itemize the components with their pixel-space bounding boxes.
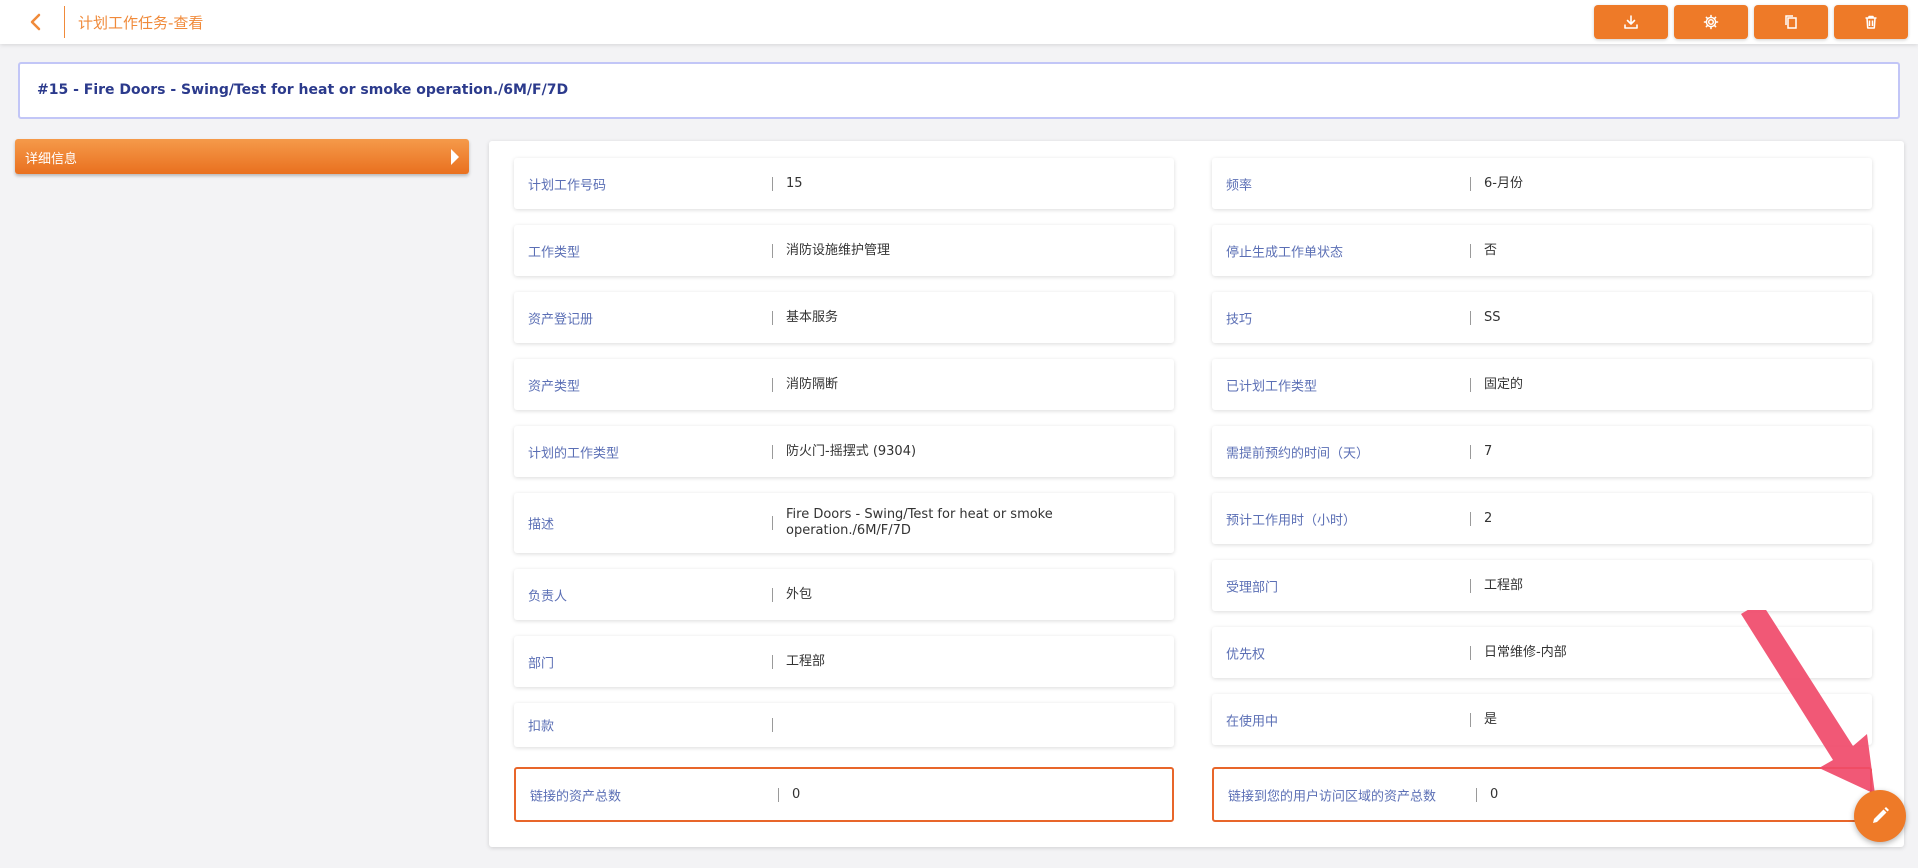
topbar-divider <box>64 6 65 38</box>
pencil-icon <box>1873 807 1889 823</box>
field-value: 2 <box>1484 510 1493 526</box>
field-separator <box>772 718 773 732</box>
field-plan-number: 计划工作号码 15 <box>514 158 1174 209</box>
field-separator <box>772 243 773 258</box>
field-separator <box>772 444 773 459</box>
field-department: 部门 工程部 <box>514 636 1174 687</box>
field-label: 优先权 <box>1226 647 1266 662</box>
field-advance-booking-days: 需提前预约的时间（天） 7 <box>1212 426 1872 477</box>
field-label: 工作类型 <box>528 245 581 260</box>
field-separator <box>772 176 773 191</box>
field-linked-assets-total: 链接的资产总数 0 <box>514 767 1174 822</box>
field-separator <box>1470 578 1471 593</box>
field-deduction: 扣款 <box>514 703 1174 747</box>
field-work-type: 工作类型 消防设施维护管理 <box>514 225 1174 276</box>
field-label: 计划的工作类型 <box>528 446 620 461</box>
field-separator <box>1470 176 1471 191</box>
field-separator <box>1470 377 1471 392</box>
field-label: 链接到您的用户访问区域的资产总数 <box>1228 789 1437 804</box>
field-label: 负责人 <box>528 589 568 604</box>
field-value: 否 <box>1484 242 1498 258</box>
download-icon <box>1624 15 1638 29</box>
field-separator <box>772 516 773 530</box>
field-label: 资产登记册 <box>528 312 594 327</box>
field-label: 计划工作号码 <box>528 178 607 193</box>
field-estimated-hours: 预计工作用时（小时） 2 <box>1212 493 1872 544</box>
field-label: 频率 <box>1226 178 1253 193</box>
field-separator <box>772 377 773 392</box>
field-receiving-department: 受理部门 工程部 <box>1212 560 1872 611</box>
field-value: 工程部 <box>786 653 826 669</box>
field-planned-work-type: 计划的工作类型 防火门-摇摆式 (9304) <box>514 426 1174 477</box>
field-separator <box>1470 243 1471 258</box>
tab-details-label: 详细信息 <box>25 152 78 167</box>
field-value: 6-月份 <box>1484 175 1523 191</box>
field-separator <box>772 310 773 325</box>
field-stop-generation: 停止生成工作单状态 否 <box>1212 225 1872 276</box>
chevron-left-icon <box>30 13 41 31</box>
field-separator <box>1470 444 1471 459</box>
field-label: 需提前预约的时间（天） <box>1226 446 1370 461</box>
field-label: 链接的资产总数 <box>530 789 622 804</box>
field-value: 消防设施维护管理 <box>786 242 891 258</box>
field-frequency: 频率 6-月份 <box>1212 158 1872 209</box>
field-separator <box>772 587 773 602</box>
field-separator <box>772 654 773 669</box>
field-value: 0 <box>792 786 801 802</box>
field-value: 消防隔断 <box>786 376 839 392</box>
field-value: 固定的 <box>1484 376 1524 392</box>
field-value: SS <box>1484 309 1501 325</box>
field-owner: 负责人 外包 <box>514 569 1174 620</box>
field-value: 防火门-摇摆式 (9304) <box>786 443 917 459</box>
field-label: 停止生成工作单状态 <box>1226 245 1344 260</box>
copy-button[interactable] <box>1754 5 1828 39</box>
field-value: 7 <box>1484 443 1493 459</box>
field-separator <box>1470 511 1471 526</box>
settings-button[interactable] <box>1674 5 1748 39</box>
field-skill: 技巧 SS <box>1212 292 1872 343</box>
record-title-box: #15 - Fire Doors - Swing/Test for heat o… <box>18 62 1900 119</box>
field-description: 描述 Fire Doors - Swing/Test for heat or s… <box>514 493 1174 553</box>
annotation-arrow <box>1741 610 1875 794</box>
field-label: 在使用中 <box>1226 714 1279 729</box>
edit-button[interactable] <box>1854 790 1906 842</box>
field-value: Fire Doors - Swing/Test for heat or smok… <box>786 507 1053 538</box>
details-panel: 计划工作号码 15 工作类型 消防设施维护管理 资产登记册 基本服务 资产类型 … <box>489 141 1904 847</box>
field-separator <box>778 787 779 802</box>
field-value: 15 <box>786 175 803 191</box>
tab-details[interactable]: 详细信息 <box>15 139 469 174</box>
field-label: 技巧 <box>1226 312 1253 327</box>
gear-icon <box>1703 14 1719 30</box>
top-bar: 计划工作任务-查看 <box>0 0 1918 44</box>
field-label: 预计工作用时（小时） <box>1226 513 1357 528</box>
field-separator <box>1476 787 1477 802</box>
field-label: 已计划工作类型 <box>1226 379 1318 394</box>
delete-button[interactable] <box>1834 5 1908 39</box>
field-label: 部门 <box>528 656 555 671</box>
field-asset-type: 资产类型 消防隔断 <box>514 359 1174 410</box>
field-label: 资产类型 <box>528 379 581 394</box>
field-separator <box>1470 645 1471 660</box>
field-value: 工程部 <box>1484 577 1524 593</box>
field-separator <box>1470 712 1471 727</box>
field-value: 基本服务 <box>786 309 839 325</box>
field-label: 扣款 <box>528 719 555 735</box>
field-scheduled-work-type: 已计划工作类型 固定的 <box>1212 359 1872 410</box>
page-title: 计划工作任务-查看 <box>78 14 204 32</box>
field-label: 受理部门 <box>1226 580 1279 595</box>
back-button[interactable] <box>24 10 48 34</box>
field-separator <box>1470 310 1471 325</box>
caret-right-icon <box>451 149 459 165</box>
download-button[interactable] <box>1594 5 1668 39</box>
trash-icon <box>1865 15 1877 29</box>
record-title: #15 - Fire Doors - Swing/Test for heat o… <box>37 82 569 98</box>
field-asset-register: 资产登记册 基本服务 <box>514 292 1174 343</box>
field-value: 外包 <box>786 586 813 602</box>
copy-icon <box>1785 15 1797 29</box>
field-label: 描述 <box>528 517 555 533</box>
